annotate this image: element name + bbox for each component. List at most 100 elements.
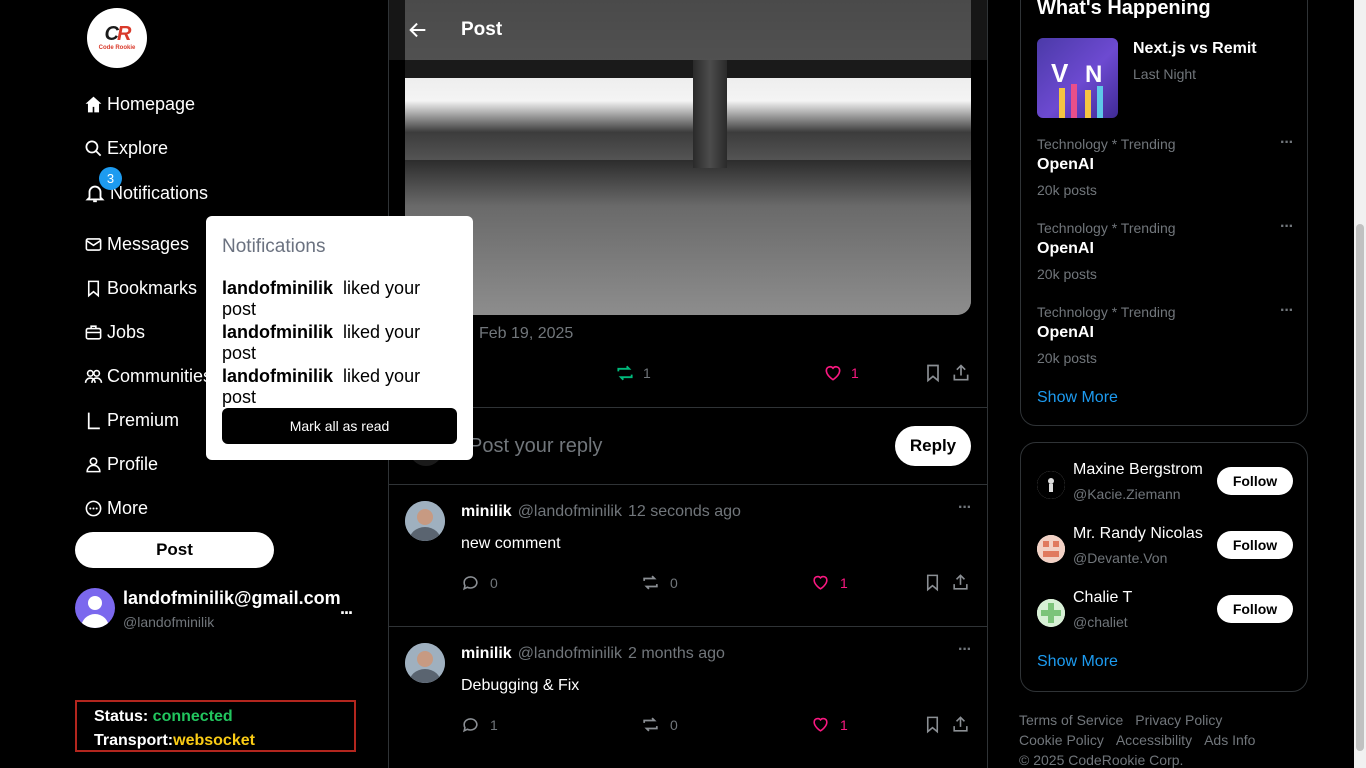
nav-profile[interactable]: Profile (84, 454, 158, 475)
suggestion-avatar[interactable] (1037, 471, 1065, 499)
nav-communities-label: Communities (107, 366, 213, 386)
suggestion-name[interactable]: Chalie T (1073, 589, 1132, 607)
nav-messages[interactable]: Messages (84, 234, 189, 255)
comment-like-action[interactable]: 1 (811, 573, 848, 592)
connection-status-box: Status: connected Transport:websocket (75, 700, 356, 752)
reply-input[interactable]: Post your reply (469, 435, 602, 458)
page-scrollbar[interactable] (1354, 0, 1366, 768)
trend-item[interactable]: Technology * Trending OpenAI 20k posts ·… (1037, 134, 1294, 198)
mail-icon (85, 238, 102, 251)
footer-accessibility-link[interactable]: Accessibility (1116, 732, 1192, 748)
post-like-action[interactable]: 1 (823, 363, 859, 383)
page-title: Post (461, 19, 503, 40)
comment-reply-action[interactable]: 0 (461, 573, 498, 592)
footer-ads-link[interactable]: Ads Info (1204, 732, 1255, 748)
suggestion-handle: @chaliet (1073, 614, 1128, 630)
comment-share-action[interactable] (951, 715, 970, 734)
footer-terms-link[interactable]: Terms of Service (1019, 712, 1123, 728)
footer-cookie-link[interactable]: Cookie Policy (1019, 732, 1104, 748)
comment-avatar[interactable] (405, 501, 445, 541)
comment-author[interactable]: minilik (461, 645, 512, 662)
post-header: Post (389, 0, 987, 60)
premium-icon (87, 412, 100, 430)
comment-time: 2 months ago (627, 645, 725, 662)
notification-item[interactable]: landofminilik liked your post (222, 366, 457, 410)
comment-share-action[interactable] (951, 573, 970, 592)
comment-repost-action[interactable]: 0 (641, 573, 678, 592)
suggestion-name[interactable]: Maxine Bergstrom (1073, 461, 1203, 479)
suggestion-name[interactable]: Mr. Randy Nicolas (1073, 525, 1203, 543)
follow-button[interactable]: Follow (1217, 595, 1293, 623)
comment-bookmark-action[interactable] (923, 573, 942, 592)
nav-jobs[interactable]: Jobs (84, 322, 145, 343)
scrollbar-thumb[interactable] (1356, 224, 1364, 751)
nav-more[interactable]: More (84, 498, 148, 519)
mark-all-read-button[interactable]: Mark all as read (222, 408, 457, 444)
follow-button[interactable]: Follow (1217, 531, 1293, 559)
nav-explore-label: Explore (107, 138, 169, 158)
whats-happening-title: What's Happening (1037, 0, 1211, 19)
nav-more-label: More (107, 498, 149, 518)
trend-item[interactable]: Technology * Trending OpenAI 20k posts ·… (1037, 302, 1294, 366)
footer-copyright: © 2025 CodeRookie Corp. (1019, 752, 1184, 768)
brand-logo[interactable]: CR Code Rookie (87, 8, 147, 68)
post-bookmark-action[interactable] (923, 363, 943, 383)
show-more-follow-link[interactable]: Show More (1037, 653, 1118, 671)
bookmark-icon (926, 574, 939, 592)
comment-avatar[interactable] (405, 643, 445, 683)
heart-icon (813, 575, 828, 590)
comment-repost-action[interactable]: 0 (641, 715, 678, 734)
trend-item[interactable]: Technology * Trending OpenAI 20k posts ·… (1037, 218, 1294, 282)
trend-more-icon[interactable]: ··· (1280, 302, 1294, 320)
comment-bookmark-action[interactable] (923, 715, 942, 734)
comment-actions: 1 0 1 (461, 715, 971, 735)
trend-more-icon[interactable]: ··· (1280, 218, 1294, 236)
nav-premium[interactable]: Premium (84, 410, 179, 431)
notification-item[interactable]: landofminilik liked your post (222, 278, 457, 322)
image-floor (405, 160, 971, 315)
post-share-action[interactable] (951, 363, 971, 383)
popover-title: Notifications (222, 236, 326, 257)
account-more-button[interactable]: ... (340, 598, 353, 619)
reply-button[interactable]: Reply (895, 426, 971, 466)
suggestion-handle: @Devante.Von (1073, 550, 1168, 566)
briefcase-icon (85, 325, 102, 340)
follow-suggestion: Mr. Randy Nicolas @Devante.Von Follow (1037, 525, 1293, 566)
footer-links: Terms of Service Privacy Policy Cookie Po… (1019, 710, 1319, 768)
suggestion-avatar[interactable] (1037, 535, 1065, 563)
trend-more-icon[interactable]: ··· (1280, 134, 1294, 152)
event-title[interactable]: Next.js vs Remit (1133, 40, 1257, 58)
comment-text: Debugging & Fix (461, 677, 580, 694)
account-avatar[interactable] (75, 588, 115, 628)
arrow-left-icon[interactable] (407, 19, 429, 41)
trend-category: Technology * Trending (1037, 304, 1176, 320)
post-button[interactable]: Post (75, 532, 274, 568)
heart-icon (813, 717, 828, 732)
logo-subtitle: Code Rookie (98, 45, 136, 51)
comment-meta: minilik @landofminilik 12 seconds ago (461, 503, 741, 521)
nav-bookmarks[interactable]: Bookmarks (84, 278, 197, 299)
nav-homepage[interactable]: Homepage (84, 94, 195, 115)
event-image[interactable]: V N (1037, 38, 1118, 118)
nav-explore[interactable]: Explore (84, 138, 168, 159)
comment-reply-action[interactable]: 1 (461, 715, 498, 734)
nav-communities[interactable]: Communities (84, 366, 212, 387)
post-repost-action[interactable]: 1 (615, 363, 651, 383)
notification-item[interactable]: landofminilik liked your post (222, 322, 457, 366)
status-value: connected (152, 708, 233, 725)
comment-more-icon[interactable]: ··· (958, 641, 972, 659)
show-more-trends-link[interactable]: Show More (1037, 389, 1118, 407)
comment-like-action[interactable]: 1 (811, 715, 848, 734)
more-circle-icon (85, 500, 102, 517)
follow-button[interactable]: Follow (1217, 467, 1293, 495)
comment-icon (462, 718, 478, 733)
footer-privacy-link[interactable]: Privacy Policy (1135, 712, 1222, 728)
comment-author[interactable]: minilik (461, 503, 512, 520)
comment-more-icon[interactable]: ··· (958, 499, 972, 517)
suggestion-avatar[interactable] (1037, 599, 1065, 627)
people-icon (84, 369, 103, 383)
repost-icon (643, 717, 658, 732)
transport-value: websocket (173, 732, 255, 749)
main-column: Post Feb 19, 2025 1 1 Post your reply Re… (388, 0, 988, 768)
avatar-image-icon (1037, 599, 1065, 627)
